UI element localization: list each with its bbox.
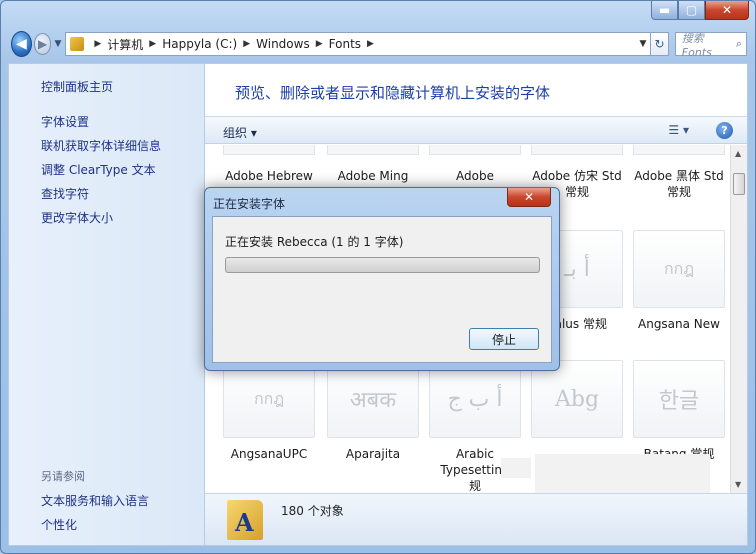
sidebar-link-change-font-size[interactable]: 更改字体大小 — [41, 209, 113, 226]
folder-icon — [70, 37, 85, 51]
search-placeholder: 搜索 Fonts — [681, 31, 712, 59]
font-preview: กกฎ — [253, 388, 285, 408]
dialog-close-button[interactable]: ✕ — [507, 188, 551, 207]
maximize-button[interactable]: ▢ — [678, 1, 705, 20]
font-tile[interactable] — [223, 145, 315, 155]
command-bar: 组织 ▾ ☰ ▾ ? — [205, 116, 747, 144]
see-also-heading: 另请参阅 — [41, 470, 85, 483]
refresh-button[interactable]: ↻ — [651, 32, 669, 56]
blur-patch — [501, 458, 531, 478]
font-preview: Abg — [554, 386, 600, 412]
organize-button[interactable]: 组织 ▾ — [223, 124, 257, 141]
address-dropdown-icon[interactable]: ▼ — [639, 39, 646, 49]
font-tile[interactable] — [429, 145, 521, 155]
help-icon[interactable]: ? — [716, 122, 733, 139]
font-label[interactable]: Adobe — [423, 168, 527, 184]
font-preview: กกฎ — [663, 258, 695, 278]
vertical-scrollbar[interactable]: ▲ ▼ — [730, 145, 747, 493]
dialog-body: 正在安装 Rebecca (1 的 1 字体) 停止 — [212, 216, 552, 363]
font-label[interactable]: Adobe 黑体 Std 常规 — [627, 168, 731, 200]
status-bar: A 180 个对象 — [205, 493, 747, 545]
page-title: 预览、删除或者显示和隐藏计算机上安装的字体 — [235, 84, 551, 102]
font-preview: أ بـ — [564, 256, 590, 282]
breadcrumb-windows[interactable]: Windows — [256, 37, 310, 51]
navigation-bar: ◀ ▶ ▼ ▶ 计算机 ▶ Happyla (C:) ▶ Windows ▶ F… — [11, 30, 747, 59]
refresh-icon: ↻ — [654, 37, 665, 51]
address-bar[interactable]: ▶ 计算机 ▶ Happyla (C:) ▶ Windows ▶ Fonts ▶… — [65, 32, 652, 56]
explorer-window: ▬ ▢ ✕ ◀ ▶ ▼ ▶ 计算机 ▶ Happyla (C:) ▶ Windo… — [0, 0, 756, 554]
dialog-title: 正在安装字体 — [213, 197, 286, 211]
font-preview: अबक — [349, 388, 397, 413]
fonts-folder-icon: A — [227, 500, 263, 540]
sidebar-link-control-panel-home[interactable]: 控制面板主页 — [41, 78, 113, 95]
font-tile[interactable]: अबक — [327, 360, 419, 438]
font-label[interactable]: AngsanaUPC — [217, 446, 321, 462]
forward-arrow-icon: ▶ — [37, 37, 48, 51]
install-progress-bar — [225, 257, 540, 273]
caption-buttons: ▬ ▢ ✕ — [651, 1, 749, 20]
font-tile[interactable]: 한글 — [633, 360, 725, 438]
sidebar-link-cleartype[interactable]: 调整 ClearType 文本 — [41, 161, 156, 178]
sidebar-link-find-character[interactable]: 查找字符 — [41, 185, 89, 202]
font-tile[interactable]: กกฎ — [223, 360, 315, 438]
font-tile[interactable] — [633, 145, 725, 155]
font-label[interactable]: Adobe Hebrew — [217, 168, 321, 184]
font-tile[interactable] — [531, 145, 623, 155]
view-options-button[interactable]: ☰ ▾ — [668, 123, 689, 137]
back-arrow-icon: ◀ — [16, 36, 27, 52]
sidebar-link-font-info-online[interactable]: 联机获取字体详细信息 — [41, 137, 161, 154]
breadcrumb-drive[interactable]: Happyla (C:) — [162, 37, 237, 51]
font-label[interactable]: Aparajita — [321, 446, 425, 462]
sidebar-link-personalization[interactable]: 个性化 — [41, 516, 77, 533]
stop-button[interactable]: 停止 — [469, 328, 539, 350]
search-input[interactable]: 搜索 Fonts ⌕ — [674, 31, 747, 59]
item-count: 180 个对象 — [281, 504, 344, 518]
font-tile[interactable]: กกฎ — [633, 230, 725, 308]
font-preview: 한글 — [658, 389, 700, 414]
minimize-button[interactable]: ▬ — [651, 1, 678, 20]
font-tile[interactable]: Abg — [531, 360, 623, 438]
scroll-up-icon[interactable]: ▲ — [735, 149, 741, 158]
breadcrumb-fonts[interactable]: Fonts — [329, 37, 361, 51]
font-preview: أ ب ج — [447, 386, 503, 412]
sidebar-link-text-services[interactable]: 文本服务和输入语言 — [41, 492, 149, 509]
scroll-down-icon[interactable]: ▼ — [735, 480, 741, 489]
install-font-dialog: 正在安装字体 ✕ 正在安装 Rebecca (1 的 1 字体) 停止 — [204, 187, 560, 371]
close-button[interactable]: ✕ — [705, 1, 749, 20]
font-tile[interactable]: أ ب ج — [429, 360, 521, 438]
recent-pages-dropdown-icon[interactable]: ▼ — [54, 39, 61, 49]
scrollbar-thumb[interactable] — [733, 173, 745, 195]
breadcrumb-computer[interactable]: 计算机 — [107, 36, 143, 53]
install-status-text: 正在安装 Rebecca (1 的 1 字体) — [225, 235, 404, 249]
sidebar: 控制面板主页 字体设置 联机获取字体详细信息 调整 ClearType 文本 查… — [8, 63, 204, 546]
font-label[interactable]: Adobe Ming — [321, 168, 425, 184]
font-tile[interactable] — [327, 145, 419, 155]
search-icon: ⌕ — [735, 37, 742, 50]
breadcrumb: ▶ 计算机 ▶ Happyla (C:) ▶ Windows ▶ Fonts ▶ — [94, 36, 374, 53]
font-label[interactable]: Angsana New — [627, 316, 731, 332]
forward-button[interactable]: ▶ — [33, 33, 52, 55]
sidebar-link-font-settings[interactable]: 字体设置 — [41, 113, 89, 130]
back-button[interactable]: ◀ — [11, 31, 32, 57]
